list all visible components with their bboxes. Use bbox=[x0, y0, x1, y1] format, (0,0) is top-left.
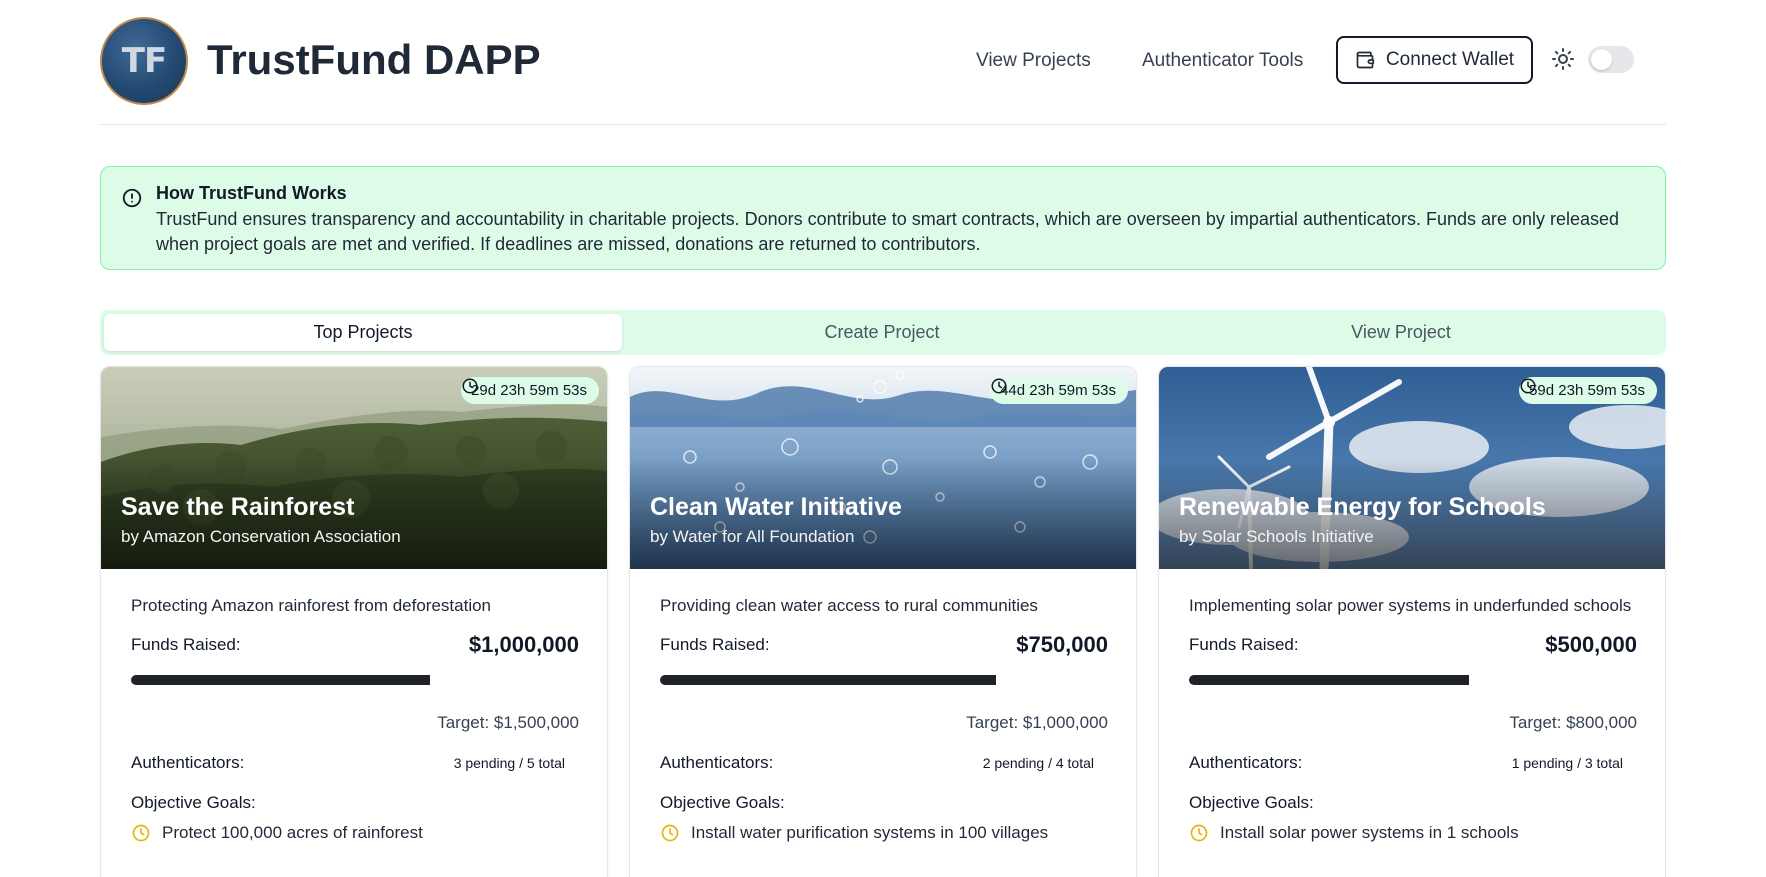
project-org: by Solar Schools Initiative bbox=[1179, 527, 1374, 546]
info-title: How TrustFund Works bbox=[156, 183, 347, 203]
project-title: Save the Rainforest bbox=[121, 493, 355, 521]
funds-row: Funds Raised: $1,000,000 bbox=[131, 632, 579, 658]
clock-icon bbox=[1520, 378, 1536, 394]
authenticators-row: Authenticators: 3 pending / 5 total bbox=[131, 753, 579, 773]
project-description: Protecting Amazon rainforest from defore… bbox=[131, 596, 492, 615]
goal-text: Install water purification systems in 10… bbox=[691, 823, 1049, 842]
funding-progress-bar bbox=[1189, 675, 1637, 685]
app-title: TrustFund DAPP bbox=[207, 36, 541, 83]
project-card[interactable]: 59d 23h 59m 53s Renewable Energy for Sch… bbox=[1158, 366, 1666, 877]
project-description: Implementing solar power systems in unde… bbox=[1189, 596, 1632, 615]
wallet-icon bbox=[1356, 51, 1375, 69]
funds-value: $1,000,000 bbox=[468, 632, 579, 657]
authenticators-label: Authenticators: bbox=[660, 753, 774, 772]
theme-toggle[interactable] bbox=[1588, 46, 1634, 73]
countdown-badge: 59d 23h 59m 53s bbox=[1519, 377, 1657, 404]
app-header: TF TrustFund DAPP View Projects Authenti… bbox=[100, 0, 1666, 125]
clock-icon bbox=[991, 378, 1007, 394]
funds-label: Funds Raised: bbox=[131, 635, 241, 654]
countdown-text: 29d 23h 59m 53s bbox=[471, 382, 587, 399]
project-title: Clean Water Initiative bbox=[650, 493, 902, 521]
sun-icon bbox=[1552, 48, 1574, 70]
funds-row: Funds Raised: $750,000 bbox=[660, 632, 1108, 658]
clock-icon bbox=[462, 378, 478, 394]
logo-text: TF bbox=[121, 41, 167, 81]
authenticators-value: 3 pending / 5 total bbox=[453, 755, 565, 771]
countdown-text: 44d 23h 59m 53s bbox=[1000, 382, 1116, 399]
funding-target: Target: $1,500,000 bbox=[437, 713, 579, 732]
goals-label: Objective Goals: bbox=[1189, 793, 1314, 812]
funding-progress-bar bbox=[660, 675, 1108, 685]
countdown-badge: 29d 23h 59m 53s bbox=[461, 377, 599, 404]
goal-item: Protect 100,000 acres of rainforest bbox=[131, 823, 579, 843]
nav-authenticator-tools[interactable]: Authenticator Tools bbox=[1142, 50, 1303, 72]
funds-label: Funds Raised: bbox=[660, 635, 770, 654]
progress-fill bbox=[1189, 675, 1469, 685]
funding-progress-bar bbox=[131, 675, 579, 685]
goals-label: Objective Goals: bbox=[131, 793, 256, 812]
project-org: by Water for All Foundation bbox=[650, 527, 855, 546]
project-card[interactable]: 29d 23h 59m 53s Save the Rainforest by A… bbox=[100, 366, 608, 877]
project-image: 59d 23h 59m 53s Renewable Energy for Sch… bbox=[1159, 367, 1665, 569]
goal-text: Install solar power systems in 1 schools bbox=[1220, 823, 1519, 842]
goals-label: Objective Goals: bbox=[660, 793, 785, 812]
project-card[interactable]: 44d 23h 59m 53s Clean Water Initiative b… bbox=[629, 366, 1137, 877]
funds-row: Funds Raised: $500,000 bbox=[1189, 632, 1637, 658]
connect-wallet-label: Connect Wallet bbox=[1385, 49, 1515, 70]
card-body: Implementing solar power systems in unde… bbox=[1189, 593, 1637, 843]
funds-value: $750,000 bbox=[1016, 632, 1108, 657]
alert-circle-icon bbox=[122, 188, 142, 208]
card-body: Providing clean water access to rural co… bbox=[660, 593, 1108, 843]
countdown-badge: 44d 23h 59m 53s bbox=[990, 377, 1128, 404]
project-image: 29d 23h 59m 53s Save the Rainforest by A… bbox=[101, 367, 607, 569]
authenticators-value: 2 pending / 4 total bbox=[982, 755, 1094, 771]
info-text: TrustFund ensures transparency and accou… bbox=[156, 209, 1620, 254]
progress-fill bbox=[660, 675, 996, 685]
funds-label: Funds Raised: bbox=[1189, 635, 1299, 654]
tab-top-projects[interactable]: Top Projects bbox=[104, 314, 622, 351]
funding-target: Target: $1,000,000 bbox=[966, 713, 1108, 732]
pending-clock-icon bbox=[1190, 824, 1208, 842]
authenticators-label: Authenticators: bbox=[131, 753, 245, 772]
goal-item: Install solar power systems in 1 schools bbox=[1189, 823, 1637, 843]
card-body: Protecting Amazon rainforest from defore… bbox=[131, 593, 579, 843]
toggle-knob bbox=[1591, 49, 1612, 70]
pending-clock-icon bbox=[132, 824, 150, 842]
project-tabs: Top Projects Create Project View Project bbox=[100, 310, 1666, 355]
connect-wallet-button[interactable]: Connect Wallet bbox=[1336, 36, 1533, 84]
goal-item: Install water purification systems in 10… bbox=[660, 823, 1108, 843]
nav-view-projects[interactable]: View Projects bbox=[976, 50, 1091, 72]
project-title: Renewable Energy for Schools bbox=[1179, 493, 1546, 521]
tab-view-project[interactable]: View Project bbox=[1142, 314, 1660, 351]
authenticators-value: 1 pending / 3 total bbox=[1511, 755, 1623, 771]
pending-clock-icon bbox=[661, 824, 679, 842]
authenticators-row: Authenticators: 2 pending / 4 total bbox=[660, 753, 1108, 773]
project-description: Providing clean water access to rural co… bbox=[660, 596, 1038, 615]
info-banner: How TrustFund Works TrustFund ensures tr… bbox=[100, 166, 1666, 270]
funding-target: Target: $800,000 bbox=[1509, 713, 1637, 732]
authenticators-label: Authenticators: bbox=[1189, 753, 1303, 772]
progress-fill bbox=[131, 675, 430, 685]
countdown-text: 59d 23h 59m 53s bbox=[1529, 382, 1645, 399]
authenticators-row: Authenticators: 1 pending / 3 total bbox=[1189, 753, 1637, 773]
logo[interactable]: TF bbox=[100, 17, 188, 105]
funds-value: $500,000 bbox=[1545, 632, 1637, 657]
goal-text: Protect 100,000 acres of rainforest bbox=[162, 823, 423, 842]
tab-create-project[interactable]: Create Project bbox=[623, 314, 1141, 351]
project-image: 44d 23h 59m 53s Clean Water Initiative b… bbox=[630, 367, 1136, 569]
project-org: by Amazon Conservation Association bbox=[121, 527, 401, 546]
